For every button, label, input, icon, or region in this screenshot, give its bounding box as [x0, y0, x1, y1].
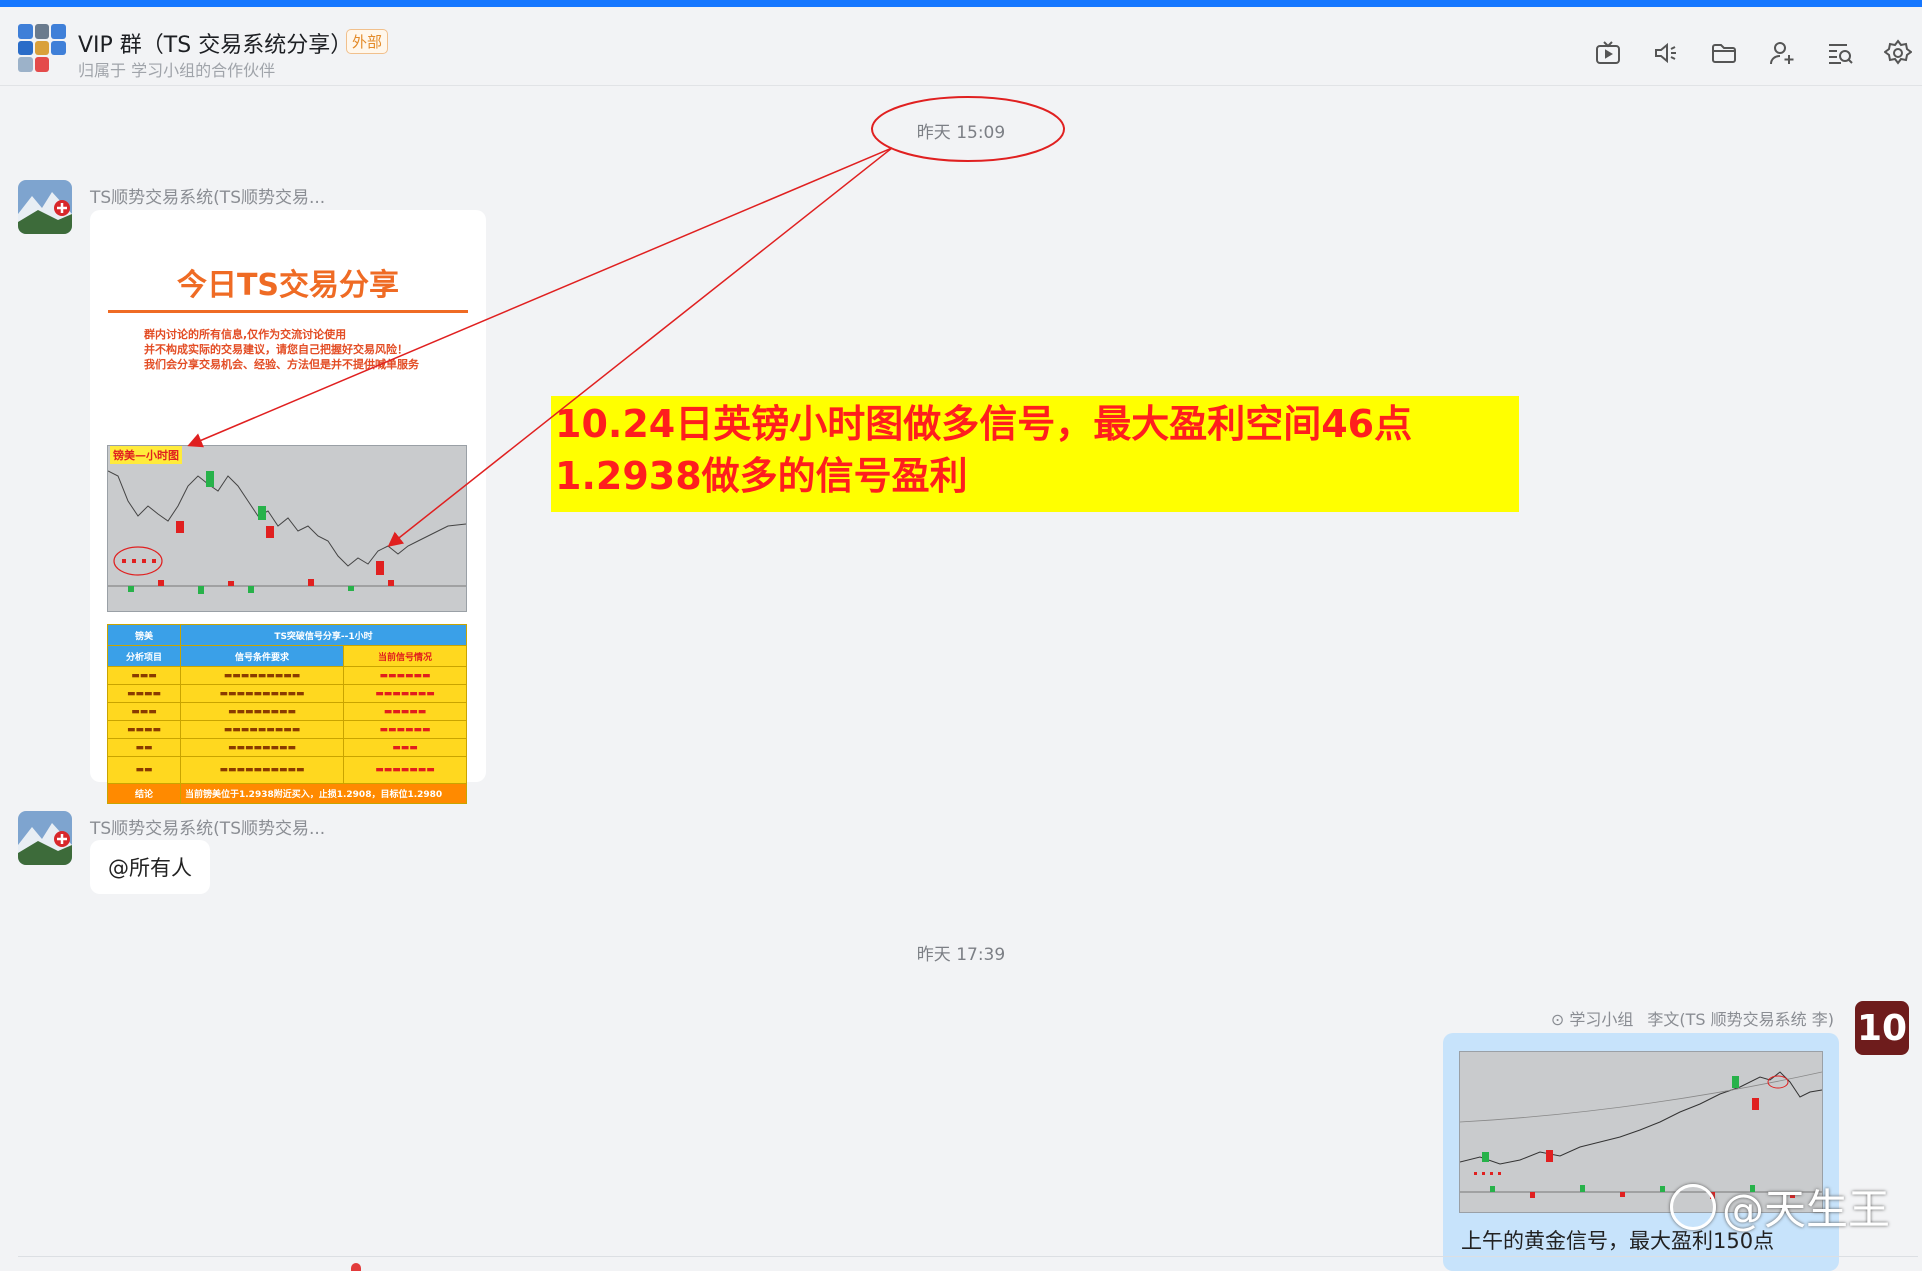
- watermark: @天生王: [1670, 1176, 1890, 1237]
- watermark-logo-icon: [1670, 1183, 1716, 1230]
- annotation-overlay: [187, 96, 1065, 547]
- timestamp-highlight-ellipse: [871, 96, 1065, 162]
- annotation-arrow-2: [387, 147, 893, 547]
- composer-divider: [18, 1256, 1918, 1257]
- composer-indicator-icon: [351, 1263, 361, 1271]
- annotation-arrow-1: [187, 147, 893, 448]
